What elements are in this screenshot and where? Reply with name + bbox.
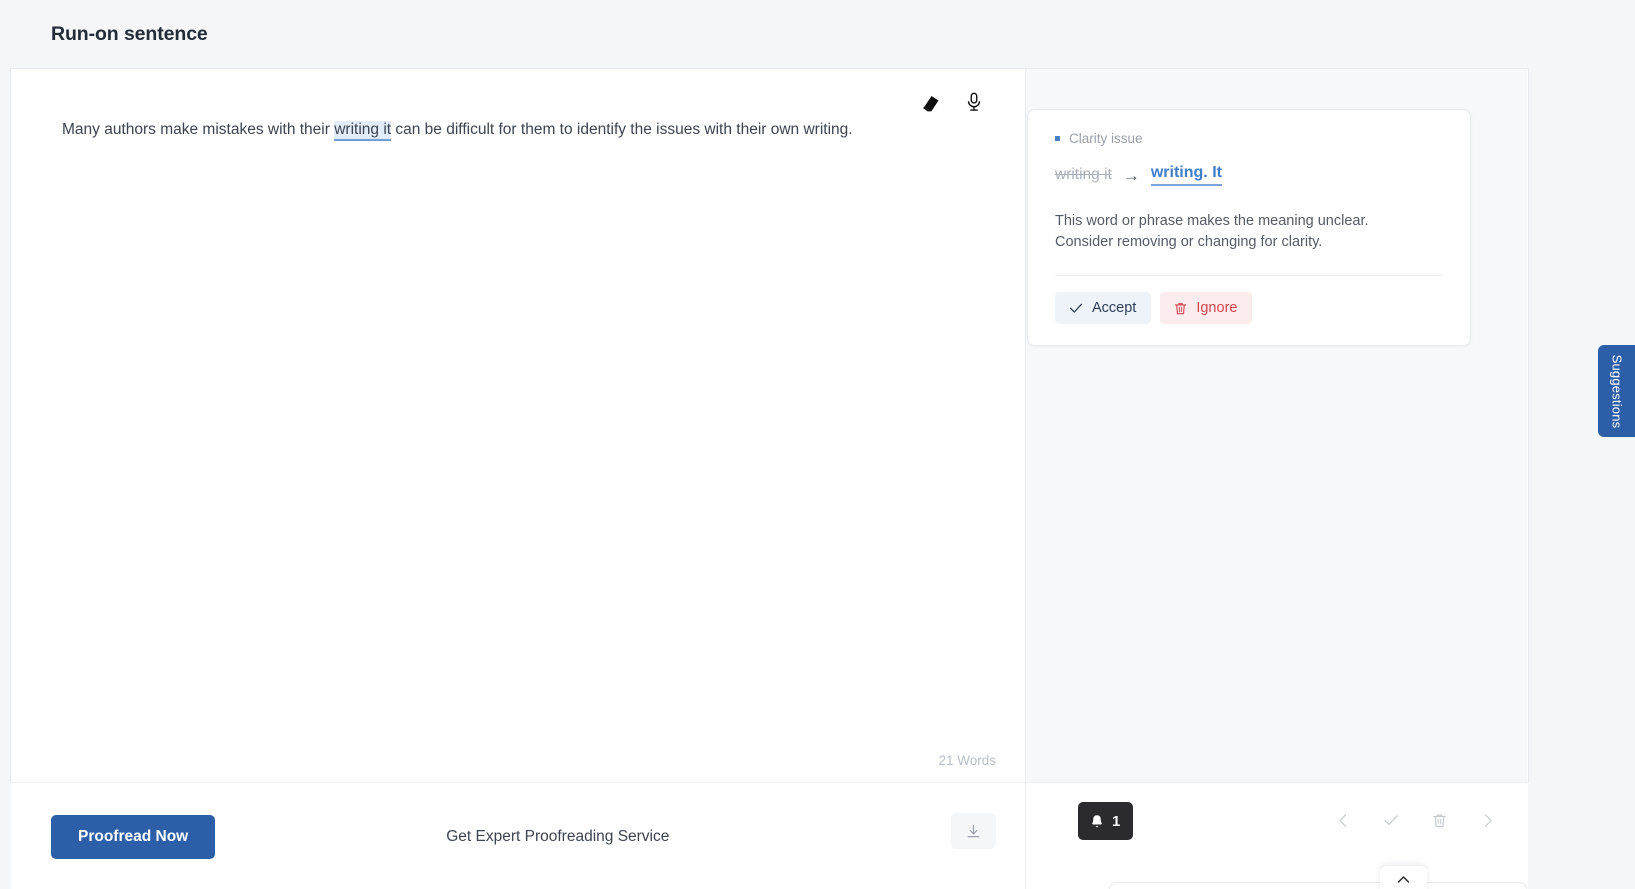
page-header: Run-on sentence [0, 0, 1528, 69]
text-after-highlight: can be difficult for them to identify th… [391, 121, 853, 138]
issue-bullet-icon [1055, 136, 1060, 141]
editor-toolbar [918, 89, 987, 115]
check-icon [1384, 815, 1398, 826]
suggestions-side-tab[interactable]: Suggestions [1598, 345, 1635, 437]
accept-button-label: Accept [1092, 300, 1137, 317]
card-actions: Accept Ignore [1055, 292, 1443, 325]
bottom-toolbar: Proofread Now Get Expert Proofreading Se… [11, 782, 1528, 889]
word-count: 21 Words [938, 753, 996, 768]
next-suggestion-button[interactable] [1473, 805, 1501, 835]
suggestion-card: Clarity issue writing it → writing. It T… [1027, 109, 1471, 347]
original-text: writing it [1055, 166, 1112, 183]
bottom-toolbar-right: 1 [1026, 783, 1527, 889]
workspace: Many authors make mistakes with their wr… [11, 69, 1528, 782]
check-icon [1070, 303, 1082, 313]
editor-pane: Many authors make mistakes with their wr… [11, 69, 1026, 782]
accept-button[interactable]: Accept [1055, 292, 1152, 325]
suggestions-side-tab-label: Suggestions [1609, 354, 1625, 428]
arrow-right-icon: → [1122, 165, 1140, 185]
document-editor[interactable]: Many authors make mistakes with their wr… [62, 118, 985, 142]
document-paragraph: Many authors make mistakes with their wr… [62, 118, 985, 142]
card-divider [1055, 275, 1443, 277]
previous-suggestion-button[interactable] [1329, 805, 1357, 835]
replacement-text[interactable]: writing. It [1150, 164, 1222, 186]
app-root: Run-on sentence Many authors make mistak… [0, 0, 1635, 889]
suggestions-sidebar: Clarity issue writing it → writing. It T… [1026, 69, 1527, 782]
issue-type-row: Clarity issue [1055, 131, 1443, 146]
ignore-button-label: Ignore [1196, 300, 1238, 317]
notification-badge[interactable]: 1 [1078, 802, 1134, 840]
trash-icon [1432, 813, 1446, 827]
download-button[interactable] [951, 813, 996, 849]
delete-suggestion-button[interactable] [1425, 805, 1453, 835]
download-icon [967, 824, 980, 837]
notification-count: 1 [1112, 812, 1121, 830]
expert-proofreading-link[interactable]: Get Expert Proofreading Service [446, 828, 669, 846]
proofread-now-button[interactable]: Proofread Now [51, 814, 216, 859]
microphone-icon[interactable] [961, 89, 987, 115]
page-title: Run-on sentence [51, 23, 208, 45]
ignore-button[interactable]: Ignore [1160, 292, 1253, 325]
accept-suggestion-nav-button[interactable] [1377, 805, 1405, 835]
correction-row: writing it → writing. It [1055, 164, 1443, 186]
expand-panel-button[interactable] [1380, 866, 1427, 889]
collapsed-panel-peek [1109, 882, 1527, 889]
bottom-toolbar-left: Proofread Now Get Expert Proofreading Se… [11, 783, 1026, 889]
suggestion-explanation: This word or phrase makes the meaning un… [1055, 213, 1369, 251]
eraser-icon[interactable] [918, 89, 944, 115]
chevron-left-icon [1338, 813, 1346, 827]
trash-icon [1175, 302, 1187, 314]
issue-type-label: Clarity issue [1069, 131, 1143, 146]
highlighted-suggestion-text[interactable]: writing it [334, 121, 392, 141]
chevron-up-icon [1397, 875, 1410, 883]
suggestion-nav-group [1329, 805, 1501, 835]
chevron-right-icon [1484, 813, 1492, 827]
bell-icon [1092, 814, 1102, 827]
text-before-highlight: Many authors make mistakes with their [62, 121, 335, 138]
